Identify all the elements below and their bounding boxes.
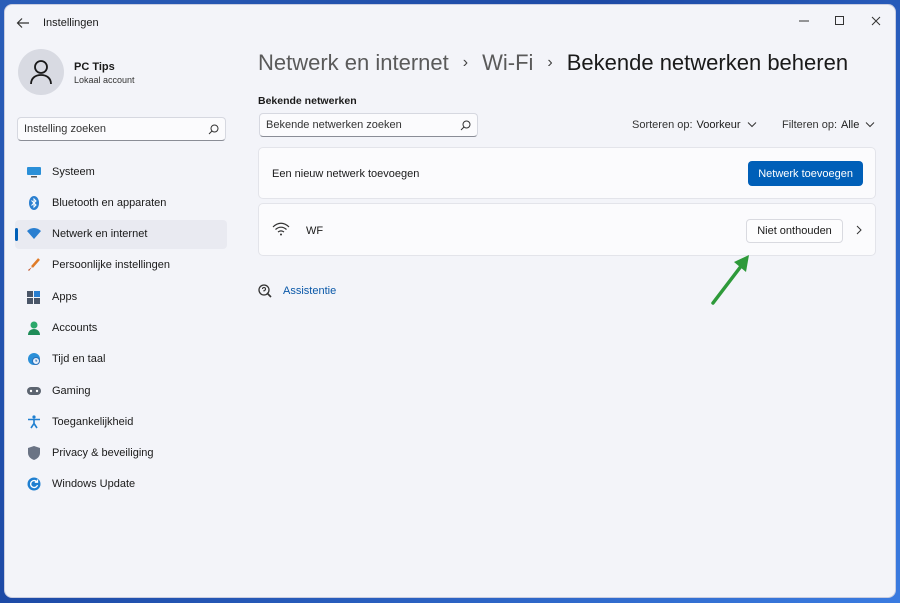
sort-dropdown[interactable]: Sorteren op: Voorkeur [632, 119, 759, 131]
shield-icon [27, 446, 41, 461]
known-networks-search-input[interactable] [266, 119, 460, 131]
sidebar-nav: Systeem Bluetooth en apparaten Netwerk e… [15, 157, 227, 501]
known-networks-search-box[interactable] [259, 113, 478, 137]
chevron-right-icon: › [547, 54, 553, 71]
sort-value: Voorkeur [696, 119, 741, 131]
sidebar-item-privacy[interactable]: Privacy & beveiliging [15, 439, 227, 468]
app-title: Instellingen [43, 17, 99, 29]
sidebar-item-label: Systeem [52, 165, 95, 178]
sidebar-item-netwerk[interactable]: Netwerk en internet [15, 219, 227, 249]
sidebar-item-label: Accounts [52, 321, 98, 334]
sidebar-item-windows-update[interactable]: Windows Update [15, 470, 227, 499]
sidebar-item-tijd[interactable]: Tijd en taal [15, 345, 227, 374]
section-label: Bekende netwerken [258, 95, 357, 107]
minimize-icon [799, 20, 809, 22]
title-bar: Instellingen [5, 5, 895, 41]
chevron-down-icon [866, 122, 875, 128]
wifi-icon [272, 222, 290, 236]
update-icon [27, 477, 41, 491]
sidebar-item-label: Windows Update [52, 478, 136, 491]
help-chat-icon [258, 284, 272, 298]
settings-window: Instellingen PC Tips Lokaal account Inst… [4, 4, 896, 598]
chevron-right-icon[interactable] [853, 223, 865, 237]
help-link-label: Assistentie [283, 285, 337, 297]
sidebar-item-systeem[interactable]: Systeem [15, 157, 227, 186]
sidebar-item-label: Tijd en taal [52, 353, 106, 366]
sidebar-item-label: Netwerk en internet [52, 228, 148, 241]
sort-label: Sorteren op: [632, 119, 693, 131]
sidebar-item-accounts[interactable]: Accounts [15, 313, 227, 342]
back-arrow-icon[interactable] [15, 15, 31, 31]
monitor-icon [27, 165, 41, 179]
breadcrumb: Netwerk en internet › Wi-Fi › Bekende ne… [258, 50, 848, 76]
apps-icon [27, 290, 41, 304]
add-network-button[interactable]: Netwerk toevoegen [748, 161, 863, 186]
accessibility-icon [27, 415, 41, 429]
breadcrumb-wifi[interactable]: Wi-Fi [482, 50, 533, 76]
sidebar-item-label: Persoonlijke instellingen [52, 259, 171, 272]
filter-dropdown[interactable]: Filteren op: Alle [782, 119, 877, 131]
network-icon [27, 227, 41, 241]
sidebar-item-apps[interactable]: Apps [15, 282, 227, 311]
avatar[interactable] [18, 49, 64, 95]
breadcrumb-network[interactable]: Netwerk en internet [258, 50, 449, 76]
sidebar-item-label: Gaming [52, 384, 91, 397]
minimize-button[interactable] [793, 11, 815, 31]
sidebar-item-label: Apps [52, 290, 78, 303]
network-item-wf[interactable]: WF Niet onthouden [258, 203, 876, 256]
maximize-button[interactable] [829, 11, 851, 31]
bluetooth-icon [27, 195, 41, 210]
globe-clock-icon [27, 352, 41, 366]
sidebar-item-label: Privacy & beveiliging [52, 447, 154, 460]
user-name: PC Tips [74, 61, 115, 73]
annotation-arrow-icon [711, 255, 749, 305]
help-link[interactable]: Assistentie [258, 284, 336, 298]
person-icon [30, 60, 52, 85]
forget-network-button[interactable]: Niet onthouden [746, 219, 843, 243]
search-icon [208, 124, 219, 134]
sidebar-item-persoonlijk[interactable]: Persoonlijke instellingen [15, 251, 227, 280]
person-icon [27, 321, 41, 335]
maximize-icon [835, 16, 844, 25]
filter-value: Alle [841, 119, 860, 131]
network-name: WF [306, 225, 324, 237]
settings-search-input[interactable] [24, 123, 208, 135]
chevron-right-icon: › [462, 54, 469, 71]
close-button[interactable] [865, 11, 887, 31]
page-title: Bekende netwerken beheren [566, 50, 849, 75]
sidebar-item-gaming[interactable]: Gaming [15, 376, 227, 405]
add-network-card: Een nieuw netwerk toevoegen Netwerk toev… [258, 147, 876, 199]
close-icon [871, 16, 881, 26]
settings-search-box[interactable] [17, 117, 226, 141]
account-type: Lokaal account [74, 75, 135, 85]
sidebar-item-toegankelijkheid[interactable]: Toegankelijkheid [15, 407, 227, 436]
search-icon [460, 120, 471, 130]
brush-icon [27, 258, 41, 272]
add-network-text: Een nieuw netwerk toevoegen [272, 168, 420, 180]
filter-label: Filteren op: [782, 119, 838, 131]
sidebar-item-bluetooth[interactable]: Bluetooth en apparaten [15, 188, 227, 217]
sidebar-item-label: Toegankelijkheid [52, 415, 134, 428]
gamepad-icon [27, 384, 41, 398]
sidebar-item-label: Bluetooth en apparaten [52, 196, 167, 209]
chevron-down-icon [747, 122, 756, 128]
